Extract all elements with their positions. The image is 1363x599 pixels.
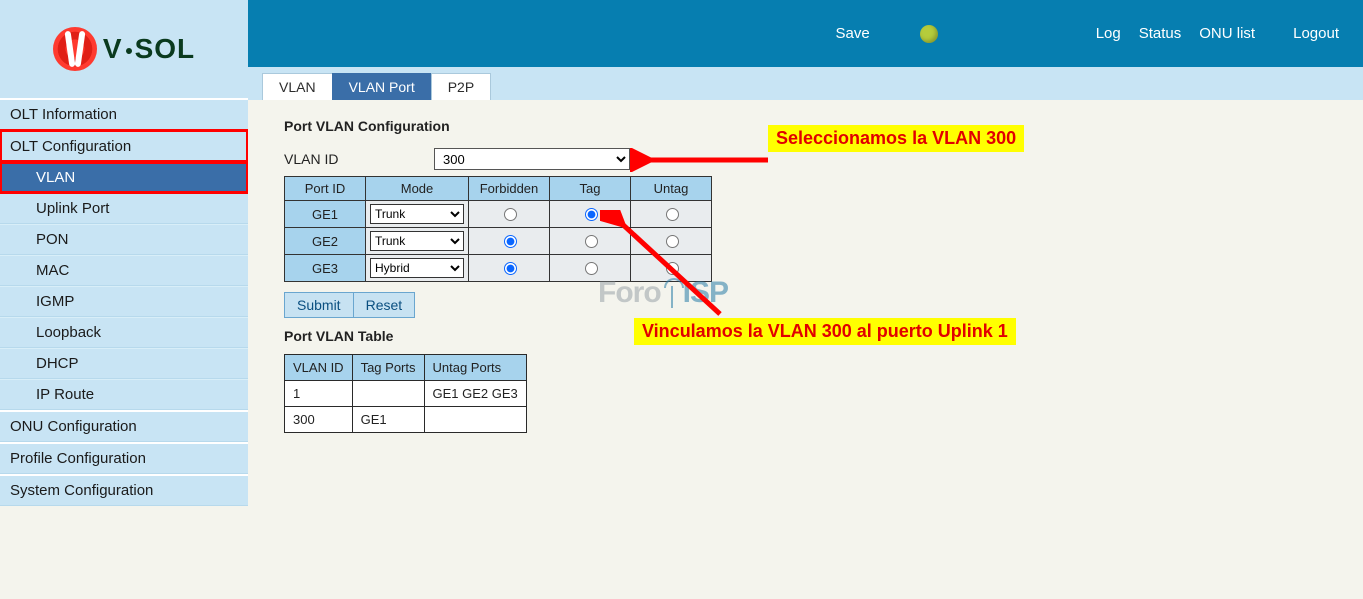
port-ge1: GE1 (285, 201, 366, 228)
sidebar-uplink-port[interactable]: Uplink Port (0, 193, 248, 224)
reset-button[interactable]: Reset (353, 292, 416, 318)
port-ge3: GE3 (285, 255, 366, 282)
sidebar-mac[interactable]: MAC (0, 255, 248, 286)
sidebar-igmp[interactable]: IGMP (0, 286, 248, 317)
sidebar-system-configuration[interactable]: System Configuration (0, 474, 248, 506)
tab-p2p[interactable]: P2P (431, 73, 491, 100)
sidebar-loopback[interactable]: Loopback (0, 317, 248, 348)
submit-button[interactable]: Submit (284, 292, 354, 318)
th-mode: Mode (366, 177, 469, 201)
tab-vlan[interactable]: VLAN (262, 73, 333, 100)
sidebar-profile-configuration[interactable]: Profile Configuration (0, 442, 248, 474)
port-vlan-table: VLAN ID Tag Ports Untag Ports 1 GE1 GE2 … (284, 354, 527, 433)
sidebar-pon[interactable]: PON (0, 224, 248, 255)
th-untag: Untag (631, 177, 712, 201)
radio-ge3-tag[interactable] (585, 262, 598, 275)
sidebar-olt-configuration[interactable]: OLT Configuration (0, 130, 248, 162)
vth-vlanid: VLAN ID (285, 355, 353, 381)
logo-icon (53, 27, 97, 71)
untag-ports-cell (424, 407, 526, 433)
mode-select-ge3[interactable]: Hybrid (370, 258, 464, 278)
top-bar: Save Log Status ONU list Logout (248, 0, 1363, 67)
nav-onu-list[interactable]: ONU list (1199, 25, 1255, 42)
tab-vlan-port[interactable]: VLAN Port (332, 73, 432, 100)
nav-log[interactable]: Log (1096, 25, 1121, 42)
tab-row: VLAN VLAN Port P2P (248, 67, 1363, 100)
th-portid: Port ID (285, 177, 366, 201)
port-ge2: GE2 (285, 228, 366, 255)
status-indicator-icon (920, 25, 938, 43)
tag-ports-cell: GE1 (352, 407, 424, 433)
mode-select-ge1[interactable]: Trunk (370, 204, 464, 224)
vlan-id-cell: 1 (285, 381, 353, 407)
radio-ge1-forbidden[interactable] (504, 208, 517, 221)
logo: VSOL (53, 27, 195, 71)
annotation-2: Vinculamos la VLAN 300 al puerto Uplink … (634, 318, 1016, 345)
vth-untagports: Untag Ports (424, 355, 526, 381)
nav-logout[interactable]: Logout (1293, 25, 1339, 42)
sidebar-vlan[interactable]: VLAN (0, 162, 248, 193)
tag-ports-cell (352, 381, 424, 407)
radio-ge2-untag[interactable] (666, 235, 679, 248)
radio-ge1-untag[interactable] (666, 208, 679, 221)
sidebar-olt-information[interactable]: OLT Information (0, 98, 248, 130)
radio-ge3-untag[interactable] (666, 262, 679, 275)
sidebar-ip-route[interactable]: IP Route (0, 379, 248, 410)
table-row: GE1 Trunk (285, 201, 712, 228)
radio-ge2-forbidden[interactable] (504, 235, 517, 248)
sidebar: OLT Information OLT Configuration VLAN U… (0, 98, 248, 506)
port-vlan-config-table: Port ID Mode Forbidden Tag Untag GE1 Tru… (284, 176, 712, 282)
radio-ge3-forbidden[interactable] (504, 262, 517, 275)
th-forbidden: Forbidden (469, 177, 550, 201)
mode-select-ge2[interactable]: Trunk (370, 231, 464, 251)
sidebar-onu-configuration[interactable]: ONU Configuration (0, 410, 248, 442)
watermark: Foro ISP (598, 276, 728, 310)
annotation-1: Seleccionamos la VLAN 300 (768, 125, 1024, 152)
untag-ports-cell: GE1 GE2 GE3 (424, 381, 526, 407)
vlan-id-cell: 300 (285, 407, 353, 433)
radio-ge2-tag[interactable] (585, 235, 598, 248)
vlan-id-label: VLAN ID (284, 151, 434, 167)
logo-area: VSOL (0, 0, 248, 99)
table-row: 300 GE1 (285, 407, 527, 433)
logo-text: VSOL (103, 33, 195, 65)
vlan-id-select[interactable]: 300 (434, 148, 630, 170)
th-tag: Tag (550, 177, 631, 201)
save-link[interactable]: Save (836, 25, 870, 42)
antenna-icon (662, 278, 682, 308)
nav-status[interactable]: Status (1139, 25, 1182, 42)
sidebar-dhcp[interactable]: DHCP (0, 348, 248, 379)
radio-ge1-tag[interactable] (585, 208, 598, 221)
vth-tagports: Tag Ports (352, 355, 424, 381)
table-row: 1 GE1 GE2 GE3 (285, 381, 527, 407)
main-content: Port VLAN Configuration VLAN ID 300 Port… (248, 100, 1363, 599)
table-row: GE2 Trunk (285, 228, 712, 255)
